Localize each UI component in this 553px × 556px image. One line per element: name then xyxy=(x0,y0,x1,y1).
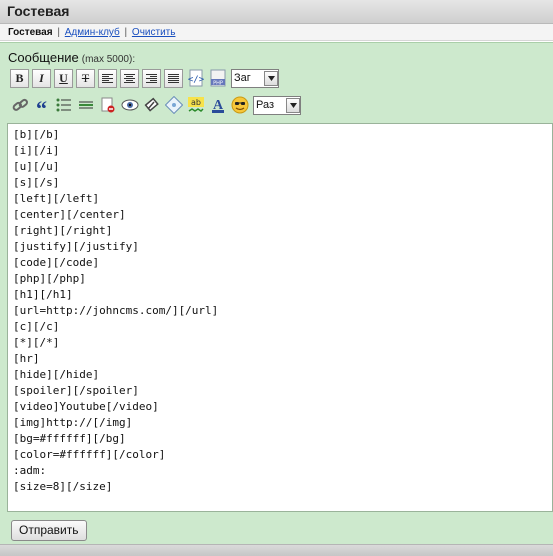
editor-line: [i][/i] xyxy=(13,144,60,157)
font-select[interactable]: Заг xyxy=(231,68,279,88)
align-left-icon[interactable] xyxy=(98,68,117,88)
editor-line: [u][/u] xyxy=(13,160,60,173)
editor-line: [h1][/h1] xyxy=(13,288,73,301)
message-label-text: Сообщение xyxy=(8,50,79,65)
underline-icon[interactable]: U xyxy=(54,68,73,88)
message-limit: (max 5000): xyxy=(81,54,136,65)
message-form: Сообщение (max 5000): B I U T </> PHP Заг xyxy=(0,42,553,544)
editor-line: [s][/s] xyxy=(13,176,60,189)
nav-current: Гостевая xyxy=(8,27,53,38)
editor-line: [size=8][/size] xyxy=(13,480,113,493)
editor-line: [code][/code] xyxy=(13,256,100,269)
page-title: Гостевая xyxy=(7,3,70,19)
nav-separator: | xyxy=(57,27,60,38)
strikethrough-icon[interactable]: T xyxy=(76,68,95,88)
php-icon[interactable]: PHP xyxy=(208,69,227,88)
link-icon[interactable] xyxy=(10,96,29,115)
quote-icon[interactable]: “ xyxy=(32,96,51,120)
formatting-toolbar-2: “ ab A Раз xyxy=(10,94,301,120)
editor-line: [bg=#ffffff][/bg] xyxy=(13,432,126,445)
editor-line: [url=http://johncms.com/][/url] xyxy=(13,304,219,317)
svg-text:PHP: PHP xyxy=(213,81,223,87)
formatting-toolbar-1: B I U T </> PHP Заг xyxy=(10,67,279,89)
align-justify-icon[interactable] xyxy=(164,68,183,88)
editor-line: [*][/*] xyxy=(13,336,60,349)
align-center-icon[interactable] xyxy=(120,68,139,88)
nav-bar: Гостевая | Админ-клуб | Очистить xyxy=(0,24,553,41)
submit-button[interactable]: Отправить xyxy=(11,520,87,541)
align-right-icon[interactable] xyxy=(142,68,161,88)
editor-line: [php][/php] xyxy=(13,272,86,285)
editor-line: [right][/right] xyxy=(13,224,113,237)
text-color-icon[interactable]: A xyxy=(208,96,227,115)
bold-icon[interactable]: B xyxy=(10,68,29,88)
clean-icon[interactable] xyxy=(142,96,161,115)
editor-line: [hide][/hide] xyxy=(13,368,100,381)
chevron-down-icon xyxy=(264,70,278,86)
editor-line: [justify][/justify] xyxy=(13,240,139,253)
code-icon[interactable]: </> xyxy=(186,69,205,88)
page-header: Гостевая xyxy=(0,0,553,24)
size-select[interactable]: Раз xyxy=(253,95,301,115)
editor-line: [video]Youtube[/video] xyxy=(13,400,159,413)
page-footer xyxy=(0,544,553,556)
editor-line: [img]http://[/img] xyxy=(13,416,133,429)
editor-line: :adm: xyxy=(13,464,47,477)
editor-line: [center][/center] xyxy=(13,208,126,221)
spellcheck-icon[interactable]: ab xyxy=(186,96,205,115)
list-icon[interactable] xyxy=(54,96,73,115)
chevron-down-icon xyxy=(286,97,300,113)
smiley-icon[interactable] xyxy=(230,96,249,115)
nav-link-admin-club[interactable]: Админ-клуб xyxy=(65,27,120,38)
editor-line: [b][/b] xyxy=(13,128,60,141)
image-icon[interactable] xyxy=(164,96,183,115)
editor-line: [hr] xyxy=(13,352,40,365)
nav-link-clear[interactable]: Очистить xyxy=(132,27,176,38)
message-label: Сообщение (max 5000): xyxy=(8,50,135,65)
italic-icon[interactable]: I xyxy=(32,68,51,88)
editor-line: [spoiler][/spoiler] xyxy=(13,384,139,397)
editor-line: [c][/c] xyxy=(13,320,60,333)
nav-separator: | xyxy=(124,27,128,38)
editor-line: [color=#ffffff][/color] xyxy=(13,448,166,461)
hide-icon[interactable] xyxy=(98,96,117,115)
hr-icon[interactable] xyxy=(76,96,95,115)
spoiler-icon[interactable] xyxy=(120,96,139,115)
message-textarea[interactable]: [b][/b] [i][/i] [u][/u] [s][/s] [left][/… xyxy=(7,123,553,512)
svg-text:</>: </> xyxy=(187,75,204,85)
editor-line: [left][/left] xyxy=(13,192,100,205)
font-select-value: Заг xyxy=(234,72,251,84)
svg-text:ab: ab xyxy=(191,98,201,107)
size-select-value: Раз xyxy=(256,99,275,111)
